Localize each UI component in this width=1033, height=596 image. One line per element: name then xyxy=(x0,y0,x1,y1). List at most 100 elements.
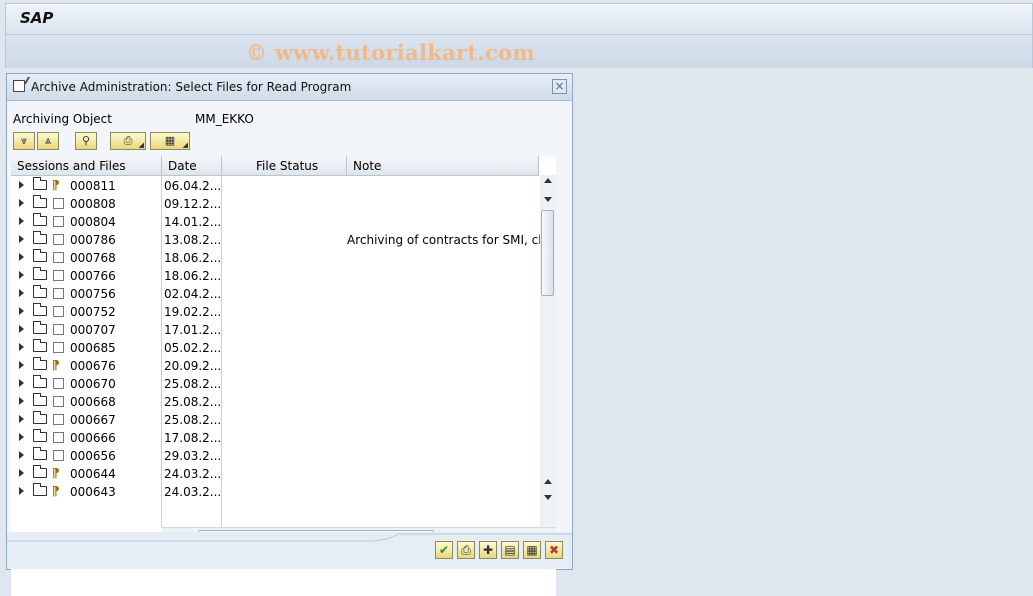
select-checkbox[interactable] xyxy=(53,378,64,389)
expand-node-icon[interactable] xyxy=(19,397,24,405)
scroll-down-icon[interactable] xyxy=(544,197,552,202)
expand-all-icon: ⩔ xyxy=(20,134,28,147)
expand-node-icon[interactable] xyxy=(19,307,24,315)
expand-node-icon[interactable] xyxy=(19,199,24,207)
select-checkbox[interactable] xyxy=(53,450,64,461)
table-row[interactable]: 000670 25.08.2... xyxy=(11,375,539,393)
close-icon[interactable]: × xyxy=(552,79,567,94)
session-number: 000756 xyxy=(70,287,116,301)
expand-node-icon[interactable] xyxy=(19,469,24,477)
column-divider[interactable] xyxy=(346,156,347,175)
select-checkbox[interactable] xyxy=(53,234,64,245)
archiving-object-value: MM_EKKO xyxy=(195,112,254,126)
session-date: 24.03.2... xyxy=(164,467,222,481)
table-row[interactable]: 000668 25.08.2... xyxy=(11,393,539,411)
table-row[interactable]: 000786 13.08.2... Archiving of contracts f… xyxy=(11,231,556,249)
folder-icon xyxy=(33,285,47,298)
print-button[interactable]: ⎙ xyxy=(457,541,475,559)
continue-button[interactable]: ✔ xyxy=(435,541,453,559)
select-checkbox[interactable] xyxy=(53,306,64,317)
archive-status-icon: ⁋ xyxy=(52,178,60,192)
expand-node-icon[interactable] xyxy=(19,235,24,243)
folder-icon xyxy=(33,393,47,406)
expand-node-icon[interactable] xyxy=(19,361,24,369)
session-number: 000643 xyxy=(70,485,116,499)
find-button[interactable]: ⚲ xyxy=(75,132,97,150)
expand-node-icon[interactable] xyxy=(19,433,24,441)
folder-icon xyxy=(33,375,47,388)
column-header-date[interactable]: Date xyxy=(168,159,197,173)
session-number: 000752 xyxy=(70,305,116,319)
table-row[interactable]: 000808 09.12.2... xyxy=(11,195,539,213)
archiving-object-label: Archiving Object xyxy=(13,112,112,126)
collapse-all-button[interactable]: ⩓ xyxy=(37,132,59,150)
expand-node-icon[interactable] xyxy=(19,415,24,423)
table-row[interactable]: ⁋ 000644 24.03.2... xyxy=(11,465,539,483)
expand-node-icon[interactable] xyxy=(19,487,24,495)
select-checkbox[interactable] xyxy=(53,396,64,407)
expand-node-icon[interactable] xyxy=(19,343,24,351)
table-row[interactable]: 000768 18.06.2... xyxy=(11,249,539,267)
column-header-note[interactable]: Note xyxy=(353,159,381,173)
select-checkbox[interactable] xyxy=(53,198,64,209)
select-checkbox[interactable] xyxy=(53,252,64,263)
table-row[interactable]: ⁋ 000676 20.09.2... xyxy=(11,357,539,375)
column-header-file-status[interactable]: File Status xyxy=(256,159,318,173)
table-row[interactable]: ⁋ 000811 06.04.2... xyxy=(11,177,539,195)
expand-node-icon[interactable] xyxy=(19,217,24,225)
select-checkbox[interactable] xyxy=(53,342,64,353)
table-row[interactable]: 000756 02.04.2... xyxy=(11,285,539,303)
scroll-up-icon[interactable] xyxy=(544,178,552,183)
column-divider[interactable] xyxy=(221,156,222,175)
expand-all-button[interactable]: ⩔ xyxy=(13,132,35,150)
select-checkbox[interactable] xyxy=(53,432,64,443)
column-header-sessions[interactable]: Sessions and Files xyxy=(17,159,126,173)
folder-icon xyxy=(33,213,47,226)
session-number: 000786 xyxy=(70,233,116,247)
expand-node-icon[interactable] xyxy=(19,379,24,387)
table-row[interactable]: 000752 19.02.2... xyxy=(11,303,539,321)
select-checkbox[interactable] xyxy=(53,270,64,281)
expand-node-icon[interactable] xyxy=(19,253,24,261)
session-date: 09.12.2... xyxy=(164,197,222,211)
table-row[interactable]: 000667 25.08.2... xyxy=(11,411,539,429)
create-button[interactable]: ✚ xyxy=(479,541,497,559)
expand-node-icon[interactable] xyxy=(19,289,24,297)
print-menu-button[interactable]: ⎙ ◢ xyxy=(110,132,146,150)
expand-node-icon[interactable] xyxy=(19,181,24,189)
select-checkbox[interactable] xyxy=(53,324,64,335)
session-date: 18.06.2... xyxy=(164,269,222,283)
select-checkbox[interactable] xyxy=(53,414,64,425)
layout-menu-button[interactable]: ▦ ◢ xyxy=(150,132,190,150)
details-button[interactable]: ▦ xyxy=(523,541,541,559)
select-button[interactable]: ▤ xyxy=(501,541,519,559)
cancel-button[interactable]: ✖ xyxy=(545,541,563,559)
column-divider[interactable] xyxy=(161,156,162,175)
scroll-thumb[interactable] xyxy=(541,210,554,296)
archive-status-icon: ⁋ xyxy=(52,466,60,480)
expand-node-icon[interactable] xyxy=(19,271,24,279)
session-date: 13.08.2... xyxy=(164,233,222,247)
vertical-scrollbar[interactable] xyxy=(540,175,556,527)
folder-icon xyxy=(33,321,47,334)
select-checkbox[interactable] xyxy=(53,216,64,227)
table-row[interactable]: 000685 05.02.2... xyxy=(11,339,539,357)
scroll-up-icon[interactable] xyxy=(544,479,552,484)
expand-node-icon[interactable] xyxy=(19,451,24,459)
column-divider[interactable] xyxy=(538,156,539,175)
session-number: 000768 xyxy=(70,251,116,265)
print-icon: ⎙ xyxy=(123,134,133,147)
session-number: 000808 xyxy=(70,197,116,211)
scroll-down-icon[interactable] xyxy=(544,495,552,500)
table-row[interactable]: 000804 14.01.2... xyxy=(11,213,539,231)
select-checkbox[interactable] xyxy=(53,288,64,299)
session-number: 000707 xyxy=(70,323,116,337)
table-row[interactable]: ⁋ 000643 24.03.2... xyxy=(11,483,539,501)
session-date: 25.08.2... xyxy=(164,377,222,391)
table-row[interactable]: 000656 29.03.2... xyxy=(11,447,539,465)
table-row[interactable]: 000666 17.08.2... xyxy=(11,429,539,447)
table-row[interactable]: 000766 18.06.2... xyxy=(11,267,539,285)
expand-node-icon[interactable] xyxy=(19,325,24,333)
table-row[interactable]: 000707 17.01.2... xyxy=(11,321,539,339)
session-number: 000811 xyxy=(70,179,116,193)
